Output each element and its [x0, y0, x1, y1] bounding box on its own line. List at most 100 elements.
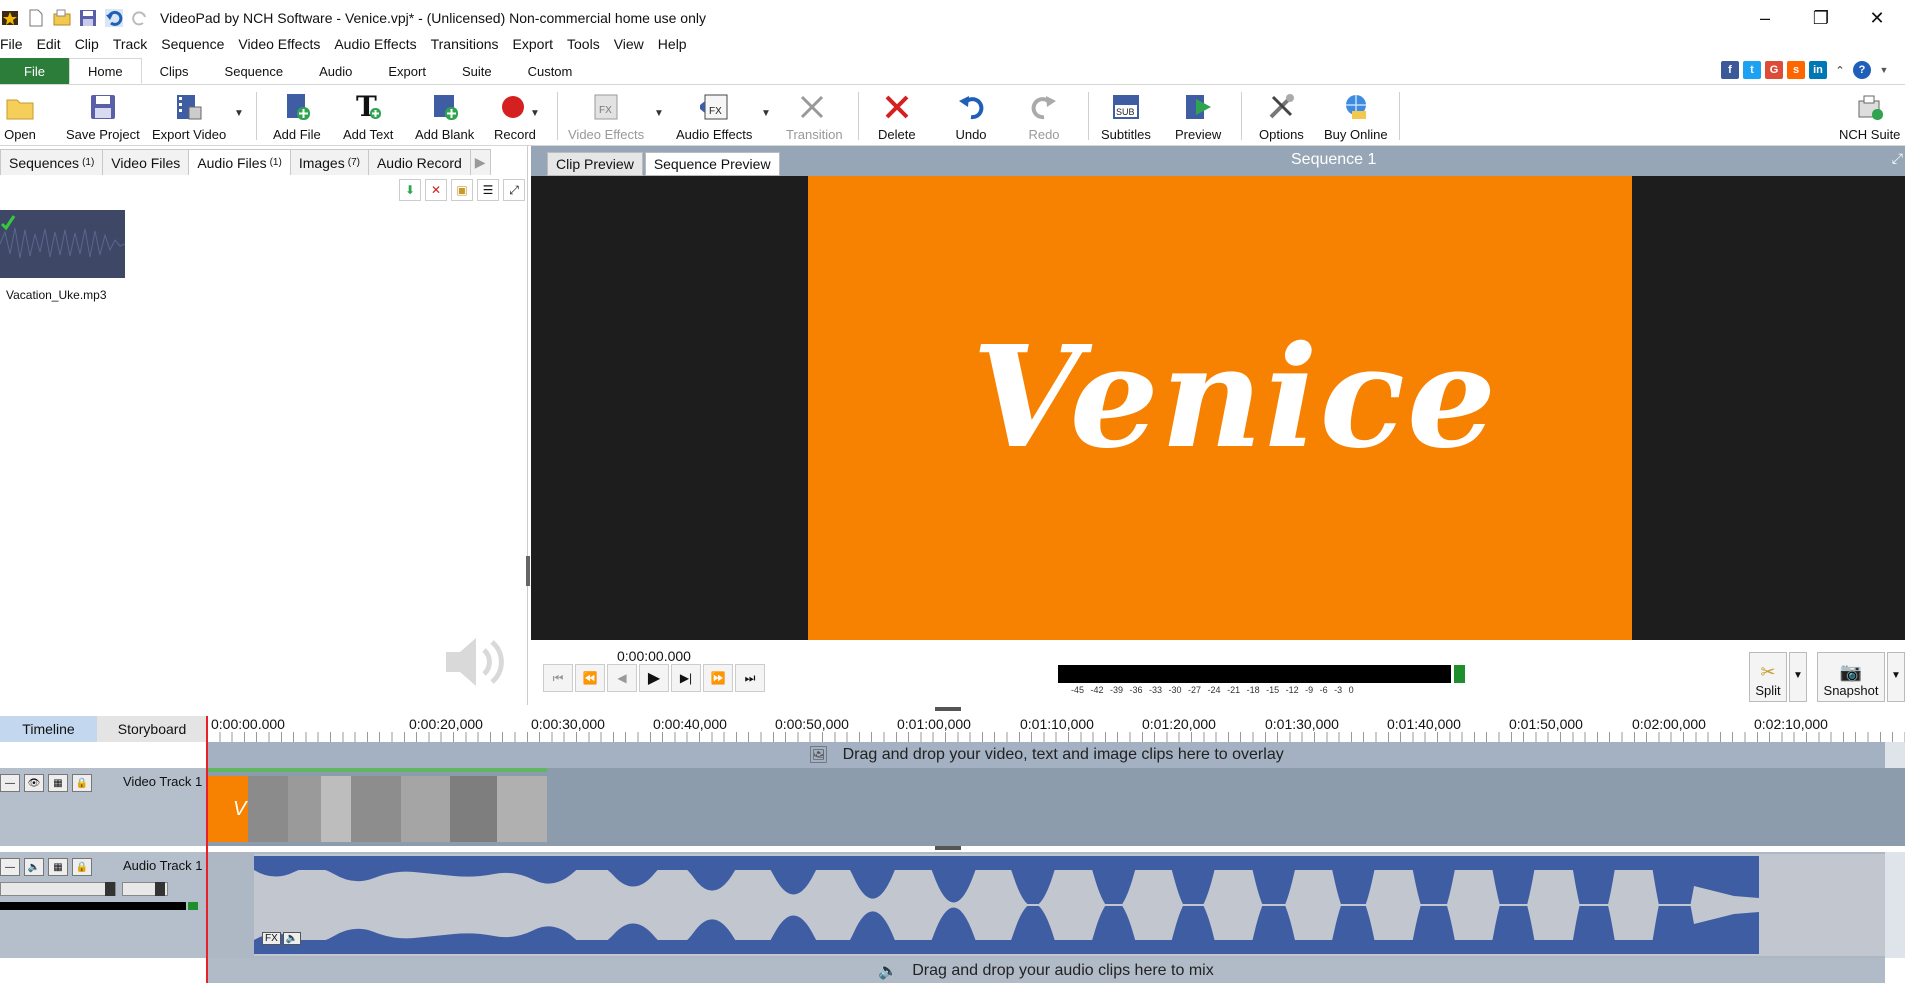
image-clip[interactable]: [248, 776, 288, 842]
tab-timeline[interactable]: Timeline: [0, 716, 97, 742]
undock-panel-icon[interactable]: ⤢: [503, 179, 525, 201]
add-blank-button[interactable]: Add Blank: [415, 86, 474, 146]
audio-effects-dropdown-icon[interactable]: ▼: [761, 108, 771, 119]
speaker-mute-icon[interactable]: 🔈: [24, 858, 44, 876]
redo-quick-icon[interactable]: [130, 8, 150, 28]
tab-custom[interactable]: Custom: [510, 58, 591, 84]
tab-audio[interactable]: Audio: [301, 58, 370, 84]
fx-badge[interactable]: FX: [262, 932, 281, 945]
menu-audio-effects[interactable]: Audio Effects: [327, 36, 423, 52]
audio-drop-zone[interactable]: 🔈 Drag and drop your audio clips here to…: [207, 958, 1885, 983]
tab-storyboard[interactable]: Storyboard: [97, 716, 207, 742]
twitter-icon[interactable]: t: [1743, 61, 1761, 79]
tab-images[interactable]: Images (7): [289, 149, 369, 175]
google-plus-icon[interactable]: G: [1765, 61, 1783, 79]
collapse-track-icon[interactable]: —: [0, 858, 20, 876]
tab-sequences[interactable]: Sequences (1): [0, 149, 104, 175]
facebook-icon[interactable]: f: [1721, 61, 1739, 79]
track-effects-icon[interactable]: ▦: [48, 774, 68, 792]
audio-effects-button[interactable]: FX Audio Effects: [676, 86, 752, 146]
track-effects-icon[interactable]: ▦: [48, 858, 68, 876]
open-project-icon[interactable]: [52, 8, 72, 28]
go-to-end-icon[interactable]: ⏭: [735, 664, 765, 692]
video-effects-dropdown-icon[interactable]: ▼: [654, 108, 664, 119]
linkedin-icon[interactable]: in: [1809, 61, 1827, 79]
image-clip[interactable]: [351, 776, 401, 842]
step-back-icon[interactable]: ◀: [607, 664, 637, 692]
minimize-button[interactable]: –: [1737, 0, 1793, 36]
snapshot-dropdown[interactable]: ▼: [1887, 652, 1905, 702]
menu-tools[interactable]: Tools: [560, 36, 607, 52]
export-dropdown-icon[interactable]: ▼: [234, 108, 244, 119]
pan-slider[interactable]: [122, 882, 168, 896]
image-clip[interactable]: [497, 776, 547, 842]
tab-clips[interactable]: Clips: [142, 58, 207, 84]
menu-video-effects[interactable]: Video Effects: [231, 36, 327, 52]
lock-track-icon[interactable]: 🔒: [72, 858, 92, 876]
add-file-button[interactable]: Add File: [273, 86, 321, 146]
menu-sequence[interactable]: Sequence: [154, 36, 231, 52]
split-button[interactable]: ✂ Split: [1749, 652, 1787, 702]
tab-audio-record[interactable]: Audio Record: [367, 149, 471, 175]
redo-button[interactable]: Redo: [1028, 86, 1060, 146]
audio-clip-thumbnail[interactable]: [0, 210, 126, 278]
menu-help[interactable]: Help: [651, 36, 694, 52]
title-clip[interactable]: V: [207, 776, 248, 842]
overlay-drop-zone[interactable]: 🖼 Drag and drop your video, text and ima…: [207, 742, 1885, 768]
snapshot-button[interactable]: 📷 Snapshot: [1817, 652, 1885, 702]
menu-transitions[interactable]: Transitions: [424, 36, 506, 52]
menu-export[interactable]: Export: [506, 36, 560, 52]
menu-clip[interactable]: Clip: [68, 36, 106, 52]
add-text-button[interactable]: T Add Text: [343, 86, 393, 146]
image-clip[interactable]: [450, 776, 497, 842]
undock-preview-icon[interactable]: ⤢: [1892, 150, 1903, 167]
buy-online-button[interactable]: Buy Online: [1324, 86, 1388, 146]
next-frame-icon[interactable]: ⏩: [703, 664, 733, 692]
pan-slider-thumb[interactable]: [155, 882, 165, 896]
subtitles-button[interactable]: SUB Subtitles: [1101, 86, 1151, 146]
new-bin-icon[interactable]: ▣: [451, 179, 473, 201]
remove-clip-icon[interactable]: ✕: [425, 179, 447, 201]
menu-view[interactable]: View: [607, 36, 651, 52]
tab-sequence[interactable]: Sequence: [207, 58, 302, 84]
close-button[interactable]: ✕: [1849, 0, 1905, 36]
menu-file[interactable]: File: [0, 36, 30, 52]
transition-button[interactable]: Transition: [786, 86, 843, 146]
audio-track-scrollbar[interactable]: [1885, 852, 1905, 958]
play-icon[interactable]: ▶: [639, 664, 669, 692]
collapse-track-icon[interactable]: —: [0, 774, 20, 792]
menu-edit[interactable]: Edit: [30, 36, 68, 52]
options-button[interactable]: Options: [1259, 86, 1304, 146]
record-dropdown-icon[interactable]: ▼: [530, 108, 540, 119]
timeline-ruler[interactable]: 0:00:00.000 0:00:20,000 0:00:30,000 0:00…: [207, 712, 1905, 742]
video-preview[interactable]: Venice: [531, 176, 1905, 640]
split-dropdown[interactable]: ▼: [1789, 652, 1807, 702]
help-icon[interactable]: ?: [1853, 61, 1871, 79]
image-clip[interactable]: [288, 776, 321, 842]
step-forward-icon[interactable]: ▶|: [671, 664, 701, 692]
lock-track-icon[interactable]: 🔒: [72, 774, 92, 792]
nch-suite-button[interactable]: NCH Suite: [1839, 86, 1900, 146]
export-video-button[interactable]: Export Video: [152, 86, 226, 146]
video-effects-button[interactable]: FX Video Effects: [568, 86, 644, 146]
volume-slider[interactable]: [0, 882, 116, 896]
tab-suite[interactable]: Suite: [444, 58, 510, 84]
tab-file[interactable]: File: [0, 58, 69, 84]
tab-home[interactable]: Home: [68, 58, 142, 84]
open-button[interactable]: Open: [4, 86, 36, 146]
tab-clip-preview[interactable]: Clip Preview: [547, 152, 643, 176]
volume-slider-thumb[interactable]: [105, 882, 115, 896]
undo-quick-icon[interactable]: [104, 8, 124, 28]
stumbleupon-icon[interactable]: s: [1787, 61, 1805, 79]
restore-button[interactable]: ❐: [1793, 0, 1849, 36]
tab-video-files[interactable]: Video Files: [102, 149, 190, 175]
preview-button[interactable]: Preview: [1175, 86, 1221, 146]
go-to-start-icon[interactable]: ⏮: [543, 664, 573, 692]
new-project-icon[interactable]: [26, 8, 46, 28]
add-to-sequence-icon[interactable]: ⬇: [399, 179, 421, 201]
list-view-icon[interactable]: ☰: [477, 179, 499, 201]
eye-visibility-icon[interactable]: 👁: [24, 774, 44, 792]
undo-button[interactable]: Undo: [955, 86, 987, 146]
image-clip[interactable]: [321, 776, 351, 842]
delete-button[interactable]: Delete: [878, 86, 916, 146]
